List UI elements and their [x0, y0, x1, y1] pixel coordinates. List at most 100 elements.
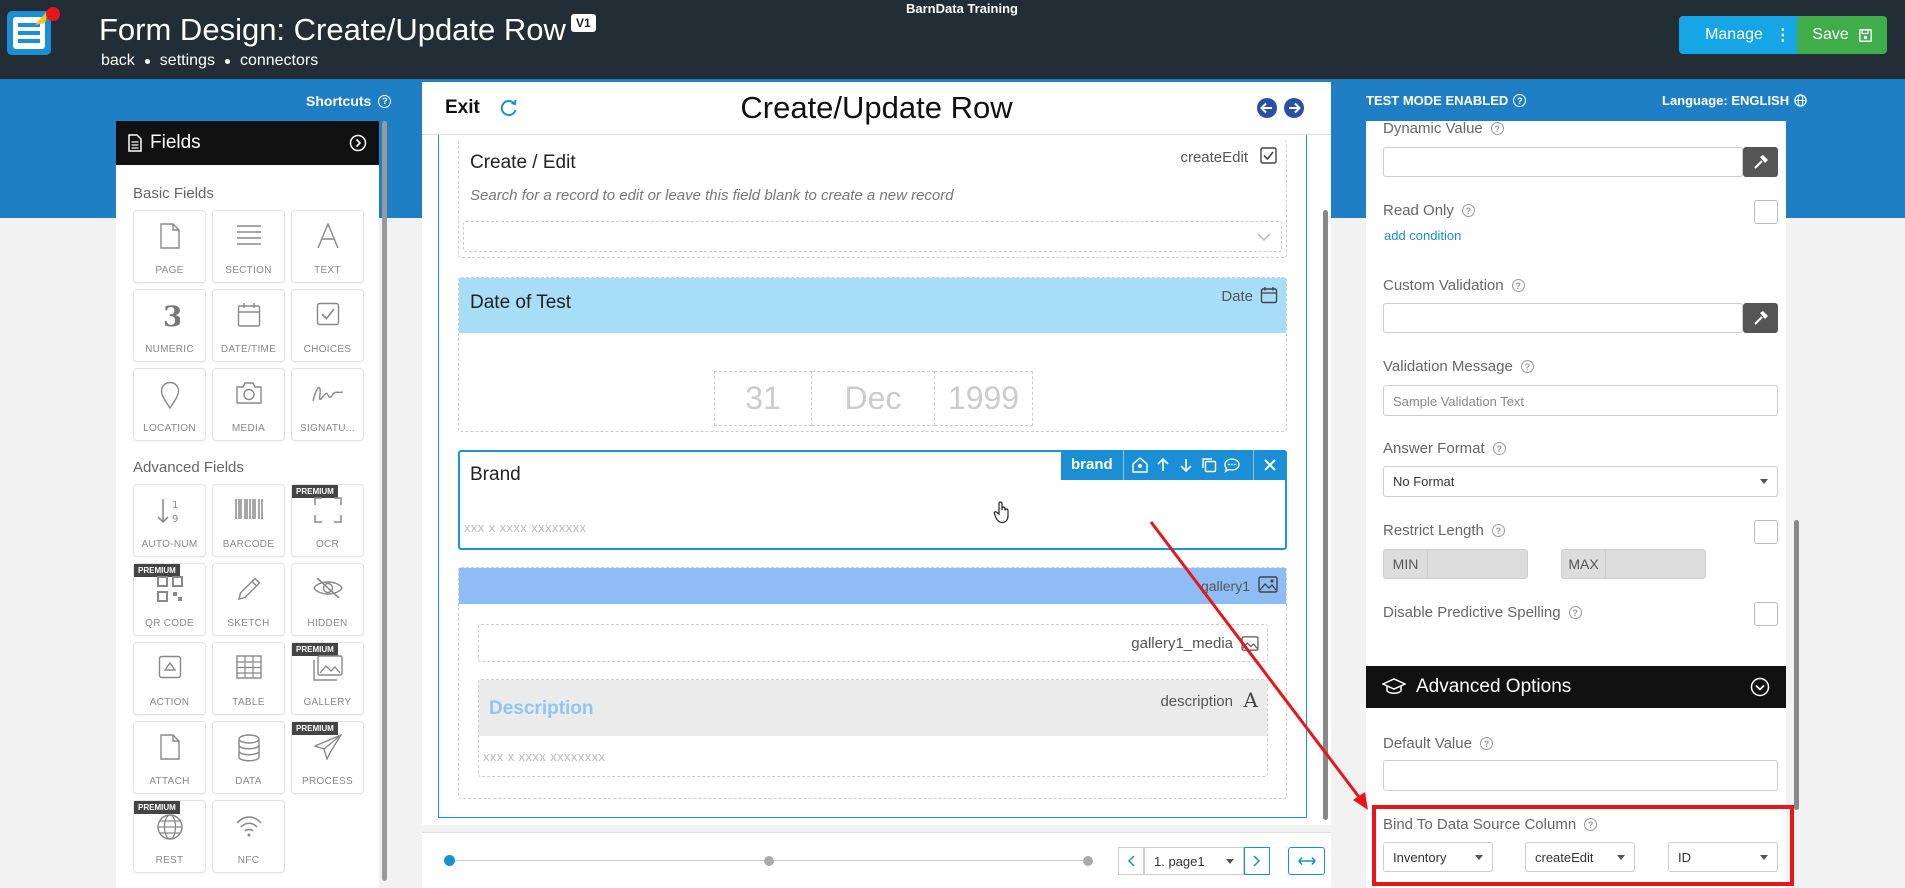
label-text: Restrict Length	[1383, 522, 1484, 539]
year-box[interactable]: 1999	[935, 371, 1033, 426]
help-icon[interactable]: ?	[1568, 606, 1582, 619]
answer-format-select[interactable]: No Format	[1383, 466, 1778, 497]
field-tile-signatu[interactable]: SIGNATU...	[291, 368, 364, 441]
restrict-length-checkbox[interactable]	[1754, 520, 1778, 544]
move-down-icon[interactable]	[1178, 457, 1194, 473]
progress-dot[interactable]	[1083, 856, 1093, 866]
date-picker[interactable]: 31 Dec 1999	[714, 371, 1033, 426]
page-select[interactable]: 1. page1	[1144, 847, 1244, 875]
gallery-field[interactable]: gallery1 gallery1_media Description desc…	[458, 567, 1287, 799]
min-length-input[interactable]: MIN	[1383, 549, 1528, 579]
field-tile-numeric[interactable]: 3 NUMERIC	[133, 289, 206, 362]
fields-scrollbar[interactable]	[382, 121, 387, 881]
properties-scrollbar[interactable]	[1794, 520, 1799, 810]
field-tile-gallery[interactable]: PREMIUM GALLERY	[291, 642, 364, 715]
previous-field-icon[interactable]	[1256, 97, 1278, 119]
field-tile-barcode[interactable]: BARCODE	[212, 484, 285, 557]
day-box[interactable]: 31	[714, 371, 812, 426]
create-edit-field[interactable]: Create / Edit createEdit Search for a re…	[458, 140, 1287, 258]
progress-dot[interactable]	[444, 855, 455, 866]
caret-down-icon	[1226, 858, 1234, 864]
graduation-cap-icon	[1382, 678, 1406, 694]
field-tile-attach[interactable]: ATTACH	[133, 721, 206, 794]
delete-field-button[interactable]	[1253, 450, 1286, 480]
field-tile-location[interactable]: LOCATION	[133, 368, 206, 441]
app-logo-icon[interactable]	[5, 5, 61, 57]
gallery-media-field[interactable]: gallery1_media	[478, 624, 1268, 662]
field-tile-label: ACTION	[149, 697, 190, 708]
field-tile-hidden[interactable]: HIDDEN	[291, 563, 364, 636]
field-tile-action[interactable]: ACTION	[133, 642, 206, 715]
tag-edit-icon[interactable]	[1131, 457, 1148, 473]
default-value-input[interactable]	[1383, 760, 1778, 791]
field-tile-label: PAGE	[155, 265, 184, 276]
dynamic-value-builder-button[interactable]	[1743, 147, 1778, 177]
field-tile-auto-num[interactable]: 1 9 AUTO-NUM	[133, 484, 206, 557]
read-only-checkbox[interactable]	[1754, 200, 1778, 224]
advanced-fields-heading: Advanced Fields	[133, 459, 244, 476]
field-tile-label: MEDIA	[231, 423, 266, 434]
shortcuts-button[interactable]: Shortcuts ?	[306, 93, 392, 109]
copy-icon[interactable]	[1201, 457, 1217, 473]
field-tile-nfc[interactable]: NFC	[212, 800, 285, 873]
custom-validation-input[interactable]	[1383, 303, 1743, 333]
dynamic-value-input[interactable]	[1383, 147, 1743, 177]
field-tile-date-time[interactable]: DATE/TIME	[212, 289, 285, 362]
progress-dot[interactable]	[764, 856, 774, 866]
shortcuts-label: Shortcuts	[306, 93, 372, 109]
field-tile-data[interactable]: DATA	[212, 721, 285, 794]
disable-spelling-checkbox[interactable]	[1754, 602, 1778, 626]
field-tile-process[interactable]: PREMIUM PROCESS	[291, 721, 364, 794]
expand-width-button[interactable]	[1288, 847, 1325, 875]
custom-validation-builder-button[interactable]	[1743, 303, 1778, 333]
field-tile-choices[interactable]: CHOICES	[291, 289, 364, 362]
field-tag: description	[1160, 693, 1233, 710]
help-icon[interactable]: ?	[1520, 360, 1534, 373]
help-icon[interactable]: ?	[1461, 204, 1475, 217]
add-condition-link[interactable]: add condition	[1384, 228, 1461, 243]
prev-page-button[interactable]	[1118, 847, 1144, 875]
help-icon[interactable]: ?	[1490, 122, 1504, 135]
test-mode-indicator: TEST MODE ENABLED ?	[1366, 93, 1527, 108]
field-tile-page[interactable]: PAGE	[133, 210, 206, 283]
help-icon[interactable]: ?	[1491, 524, 1505, 537]
validation-message-input[interactable]: Sample Validation Text	[1383, 385, 1778, 416]
page-select-value: 1. page1	[1154, 853, 1205, 869]
next-page-button[interactable]	[1244, 847, 1270, 875]
gallery-header: gallery1	[459, 568, 1286, 604]
field-tile-label: CHOICES	[303, 344, 352, 355]
field-tile-media[interactable]: MEDIA	[212, 368, 285, 441]
next-field-icon[interactable]	[1283, 97, 1305, 119]
field-tile-ocr[interactable]: PREMIUM OCR	[291, 484, 364, 557]
max-length-input[interactable]: MAX	[1561, 549, 1706, 579]
field-tag: gallery1_media	[1131, 635, 1233, 652]
field-tile-section[interactable]: SECTION	[212, 210, 285, 283]
month-box[interactable]: Dec	[812, 371, 935, 426]
settings-link[interactable]: settings	[160, 52, 215, 70]
collapse-panel-icon[interactable]	[349, 134, 367, 152]
field-tile-sketch[interactable]: SKETCH	[212, 563, 285, 636]
comment-icon[interactable]	[1224, 457, 1240, 473]
language-selector[interactable]: Language: ENGLISH	[1662, 93, 1807, 108]
help-icon[interactable]: ?	[1513, 94, 1527, 107]
checkbox-icon	[1260, 147, 1277, 164]
move-up-icon[interactable]	[1155, 457, 1171, 473]
field-tile-label: ATTACH	[149, 776, 190, 787]
field-tile-text[interactable]: TEXT	[291, 210, 364, 283]
record-search-select[interactable]	[463, 221, 1282, 252]
date-of-test-field[interactable]: Date of Test Date 31 Dec 1999	[458, 277, 1287, 432]
connectors-link[interactable]: connectors	[240, 52, 318, 70]
help-icon[interactable]: ?	[1479, 737, 1493, 750]
field-tag: gallery1	[1200, 578, 1250, 594]
form-scrollbar[interactable]	[1323, 210, 1328, 820]
min-label: MIN	[1384, 550, 1428, 578]
help-icon[interactable]: ?	[1511, 279, 1525, 292]
description-field[interactable]: Description description A xxx x xxxx xxx…	[478, 679, 1268, 777]
advanced-options-header[interactable]: Advanced Options	[1366, 666, 1786, 708]
field-tile-rest[interactable]: PREMIUM REST	[133, 800, 206, 873]
back-link[interactable]: back	[101, 52, 135, 70]
help-icon[interactable]: ?	[1492, 442, 1506, 455]
field-tile-qr-code[interactable]: PREMIUM QR CODE	[133, 563, 206, 636]
save-button[interactable]: Save	[1797, 16, 1887, 54]
field-tile-table[interactable]: TABLE	[212, 642, 285, 715]
